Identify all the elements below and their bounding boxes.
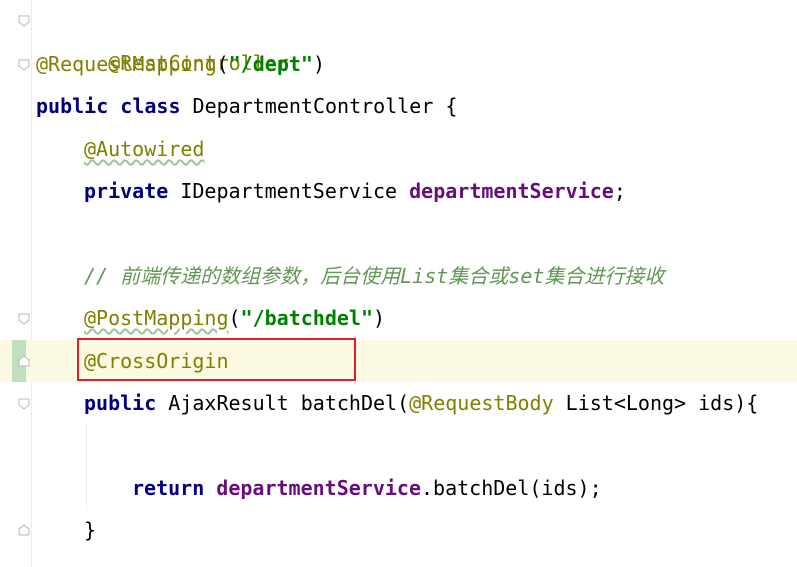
code-text: public AjaxResult batchDel(@RequestBody … (84, 382, 758, 424)
annotation-token: @RequestMapping (36, 52, 217, 76)
code-line[interactable]: public AjaxResult batchDel(@RequestBody … (0, 382, 797, 424)
call-token: .batchDel(ids); (421, 476, 602, 500)
method-signature-token: AjaxResult batchDel( (156, 391, 410, 415)
param-token: List<Long> ids){ (553, 391, 759, 415)
code-line[interactable]: return departmentService.batchDel(ids); (0, 467, 797, 509)
brace-token: } (84, 518, 97, 542)
highlight-box (77, 338, 356, 381)
keyword-token: return (132, 476, 205, 500)
annotation-token: @PostMapping (84, 306, 229, 330)
code-line-empty[interactable] (0, 424, 797, 466)
annotation-token: @Autowired (84, 137, 205, 161)
code-text: @Autowired (84, 128, 204, 170)
code-line[interactable]: } (0, 509, 797, 551)
code-line[interactable]: @PostMapping("/batchdel") (0, 297, 797, 339)
code-line[interactable]: public class DepartmentController { (0, 85, 797, 127)
comment-token: // 前端传递的数组参数，后台使用List集合或set集合进行接收 (84, 264, 665, 288)
code-text: @RestController (36, 0, 289, 75)
field-token: departmentService (216, 476, 421, 500)
punct-token: ) (373, 306, 386, 330)
code-line[interactable]: @RequestMapping("/dept") (0, 43, 797, 85)
annotation-token: @RequestBody (409, 391, 554, 415)
code-line-empty[interactable] (0, 212, 797, 254)
punct-token: ( (216, 52, 229, 76)
indent-guide (86, 424, 87, 510)
code-text: @PostMapping("/batchdel") (84, 297, 385, 339)
keyword-token: public (36, 94, 109, 118)
code-text: private IDepartmentService departmentSer… (84, 170, 626, 212)
punct-token: ( (228, 306, 241, 330)
type-token: IDepartmentService (168, 179, 410, 203)
keyword-token: public (84, 391, 157, 415)
code-editor[interactable]: @RestController @RequestMapping("/dept")… (0, 0, 797, 567)
field-token: departmentService (409, 179, 614, 203)
class-name-token: DepartmentController { (180, 94, 458, 118)
code-text: // 前端传递的数组参数，后台使用List集合或set集合进行接收 (84, 255, 664, 297)
code-line[interactable]: @RestController (0, 0, 797, 75)
keyword-token: class (120, 94, 181, 118)
punct-token: ) (312, 52, 326, 76)
code-text: return departmentService.batchDel(ids); (132, 467, 602, 509)
code-text: } (84, 509, 96, 551)
code-line[interactable]: private IDepartmentService departmentSer… (0, 170, 797, 212)
code-line[interactable]: @Autowired (0, 128, 797, 170)
string-token: "/dept" (228, 52, 313, 76)
code-text: @RequestMapping("/dept") (36, 43, 325, 85)
punct-token: ; (613, 179, 626, 203)
code-line[interactable]: // 前端传递的数组参数，后台使用List集合或set集合进行接收 (0, 255, 797, 297)
keyword-token: private (84, 179, 169, 203)
code-text: public class DepartmentController { (36, 85, 457, 127)
string-token: "/batchdel" (240, 306, 373, 330)
